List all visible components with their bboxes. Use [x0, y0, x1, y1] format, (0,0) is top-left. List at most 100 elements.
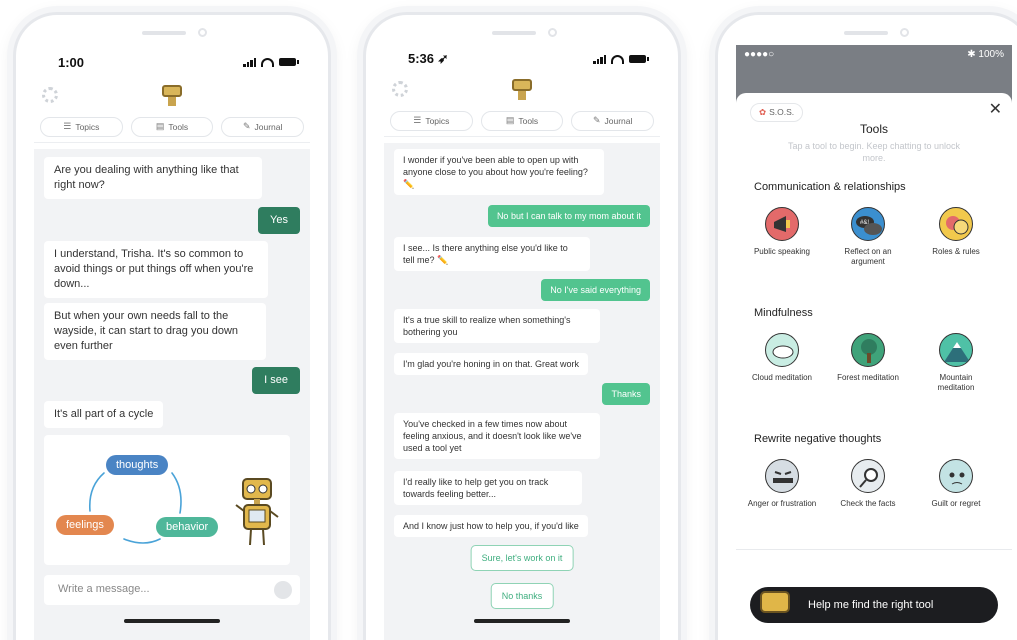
signal-icon: [593, 54, 606, 64]
tool-cloud-meditation[interactable]: Cloud meditation: [746, 333, 818, 383]
battery-status: ✱ 100%: [967, 49, 1004, 60]
option-yes-button[interactable]: Sure, let's work on it: [470, 545, 574, 571]
speaker: [492, 31, 536, 35]
robot-logo-icon: [162, 85, 182, 107]
tab-journal[interactable]: ✎ Journal: [221, 116, 305, 137]
robot-logo-icon: [512, 79, 532, 101]
bot-message: I understand, Trisha. It's so common to …: [44, 241, 268, 298]
tool-forest-meditation[interactable]: Forest meditation: [832, 333, 904, 383]
message-input[interactable]: Write a message...: [44, 575, 300, 605]
section-title: Rewrite negative thoughts: [754, 433, 882, 445]
location-icon: ➶: [437, 51, 449, 66]
phone-1: 1:00 ☰ Topics ▤ Tools ✎ Journal Are you dea…: [13, 12, 331, 640]
signal-icon: [243, 57, 256, 67]
bot-message: I wonder if you've been able to open up …: [394, 149, 604, 196]
find-tool-button[interactable]: Help me find the right tool: [750, 587, 998, 623]
theater-masks-icon: [939, 207, 973, 241]
list-icon: ☰: [413, 115, 422, 125]
camera: [900, 28, 909, 37]
battery-icon: [279, 58, 299, 66]
speech-bubbles-icon: #&!: [851, 207, 885, 241]
tab-bar: ☰ Topics ▤ Tools ✎ Journal: [384, 109, 660, 137]
sheet-subtitle: Tap a tool to begin. Keep chatting to un…: [787, 141, 961, 163]
bot-message: I'd really like to help get you on track…: [394, 471, 582, 506]
tool-roles-rules[interactable]: Roles & rules: [920, 207, 992, 257]
status-bar: 1:00: [34, 45, 310, 79]
speaker: [142, 31, 186, 35]
battery-icon: [629, 55, 649, 63]
journal-icon: ✎: [242, 121, 251, 131]
screen-3: ●●●●○ ✱ 100% ✿ S.O.S. ✕ Tools Tap a tool …: [736, 45, 1012, 640]
phone-3: ●●●●○ ✱ 100% ✿ S.O.S. ✕ Tools Tap a tool …: [715, 12, 1017, 640]
camera: [198, 28, 207, 37]
wifi-icon: [611, 54, 624, 64]
journal-icon: ✎: [592, 115, 601, 125]
option-no-button[interactable]: No thanks: [490, 583, 554, 609]
thoughts-pill: thoughts: [106, 455, 169, 475]
cycle-diagram: thoughts feelings behavior: [44, 435, 290, 565]
svg-text:#&!: #&!: [860, 220, 869, 226]
screen-1: 1:00 ☰ Topics ▤ Tools ✎ Journal Are you dea…: [34, 45, 310, 640]
tool-public-speaking[interactable]: Public speaking: [746, 207, 818, 257]
magnifier-icon: [851, 459, 885, 493]
user-message: I see: [252, 367, 300, 394]
tab-topics[interactable]: ☰ Topics: [40, 116, 123, 137]
message-placeholder: Write a message...: [58, 583, 150, 595]
tool-check-facts[interactable]: Check the facts: [832, 459, 904, 509]
toolbox-icon: ▤: [155, 121, 165, 131]
tab-journal[interactable]: ✎ Journal: [571, 110, 655, 131]
status-bar: ●●●●○ ✱ 100%: [736, 45, 1012, 95]
status-time: 5:36 ➶: [408, 51, 449, 66]
chat-area: Are you dealing with anything like that …: [34, 149, 310, 640]
tab-tools[interactable]: ▤ Tools: [480, 110, 564, 131]
gear-icon[interactable]: [42, 87, 58, 103]
robot-icon: [760, 591, 790, 613]
bot-message: But when your own needs fall to the ways…: [44, 303, 266, 360]
tool-anger-frustration[interactable]: Anger or frustration: [746, 459, 818, 509]
tree-icon: [851, 333, 885, 367]
speaker: [844, 31, 888, 35]
status-bar: 5:36 ➶: [384, 45, 660, 73]
tab-tools[interactable]: ▤ Tools: [130, 116, 214, 137]
user-message: Thanks: [602, 383, 650, 406]
sheet-title: Tools: [859, 122, 888, 136]
sos-button[interactable]: ✿ S.O.S.: [750, 103, 804, 122]
bot-message: And I know just how to help you, if you'…: [394, 515, 588, 538]
close-icon[interactable]: ✕: [989, 99, 1002, 119]
wifi-icon: [261, 57, 274, 67]
tools-sheet: ✿ S.O.S. ✕ Tools Tap a tool to begin. Kee…: [736, 93, 1012, 640]
gear-icon[interactable]: [392, 81, 408, 97]
divider: [736, 549, 1012, 550]
phone-2: 5:36 ➶ ☰ Topics ▤ Tools ✎ Journal I wonder …: [363, 12, 681, 640]
app-bar: [384, 73, 660, 109]
tool-guilt-regret[interactable]: Guilt or regret: [920, 459, 992, 509]
user-message: No but I can talk to my mom about it: [487, 205, 650, 228]
feelings-pill: feelings: [56, 515, 114, 535]
sad-face-icon: [939, 459, 973, 493]
bot-message: I see... Is there anything else you'd li…: [394, 237, 590, 272]
bot-message: It's all part of a cycle: [44, 401, 164, 428]
megaphone-icon: [765, 207, 799, 241]
camera: [548, 28, 557, 37]
bot-message: I'm glad you're honing in on that. Great…: [394, 353, 589, 376]
section-title: Mindfulness: [754, 307, 813, 319]
cloud-icon: [765, 333, 799, 367]
behavior-pill: behavior: [156, 517, 219, 537]
section-title: Communication & relationships: [754, 181, 906, 193]
chat-area: I wonder if you've been able to open up …: [384, 143, 660, 640]
user-message: No I've said everything: [541, 279, 650, 302]
list-icon: ☰: [63, 121, 72, 131]
tool-reflect-argument[interactable]: #&! Reflect on an argument: [832, 207, 904, 267]
home-indicator: [474, 619, 570, 623]
tab-topics[interactable]: ☰ Topics: [390, 110, 473, 131]
status-time: 1:00: [58, 54, 85, 70]
signal-dots: ●●●●○: [744, 49, 775, 60]
bot-message: It's a true skill to realize when someth…: [394, 309, 600, 344]
mountain-icon: [939, 333, 973, 367]
tool-mountain-meditation[interactable]: Mountain meditation: [920, 333, 992, 393]
screen-2: 5:36 ➶ ☰ Topics ▤ Tools ✎ Journal I wonder …: [384, 45, 660, 640]
send-button[interactable]: [274, 581, 292, 599]
cycle-arrow: [88, 472, 105, 512]
robot-mascot-icon: [235, 478, 279, 546]
angry-face-icon: [765, 459, 799, 493]
